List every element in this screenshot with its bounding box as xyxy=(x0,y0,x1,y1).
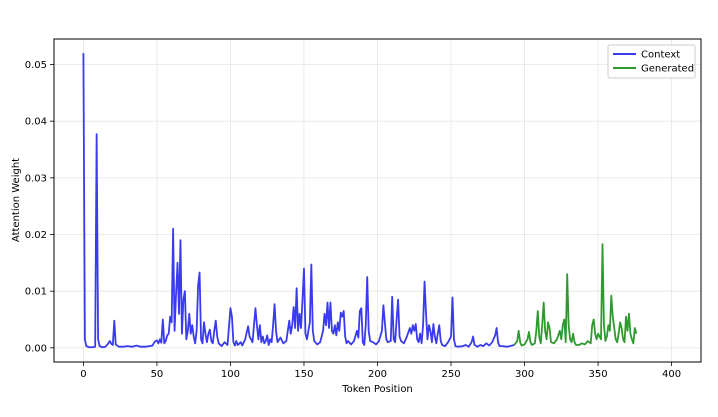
y-axis-label: Attention Weight xyxy=(11,158,22,242)
attention-line-chart: 0 50 100 150 200 250 300 350 400 0.00 0.01 0.02 0.0… xyxy=(0,0,718,417)
x-tick-label: 300 xyxy=(515,369,534,380)
y-tick-label: 0.05 xyxy=(25,60,47,71)
y-tick-label: 0.01 xyxy=(25,287,47,298)
y-tick-label: 0.04 xyxy=(25,117,47,128)
x-tick-label: 50 xyxy=(151,369,164,380)
y-tick-label: 0.02 xyxy=(25,230,47,241)
legend-label-context: Context xyxy=(641,50,680,61)
x-axis-label: Token Position xyxy=(341,384,413,395)
x-tick-label: 0 xyxy=(80,369,86,380)
x-tick-label: 350 xyxy=(589,369,608,380)
x-tick-label: 150 xyxy=(294,369,313,380)
y-tick-label: 0.03 xyxy=(25,173,47,184)
x-tick-label: 400 xyxy=(662,369,681,380)
legend: Context Generated xyxy=(607,44,696,79)
x-tick-label: 200 xyxy=(368,369,387,380)
x-tick-label: 250 xyxy=(441,369,460,380)
legend-label-generated: Generated xyxy=(641,64,694,75)
y-tick-label: 0.00 xyxy=(25,343,47,354)
x-tick-label: 100 xyxy=(221,369,240,380)
